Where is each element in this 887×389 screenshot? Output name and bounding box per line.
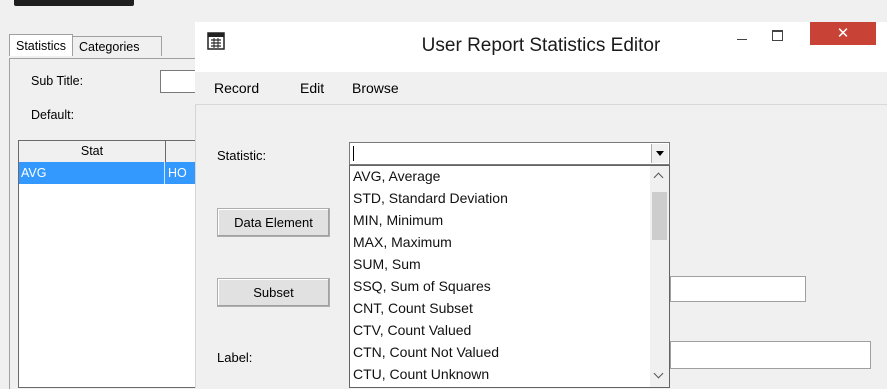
- list-item[interactable]: MIN, Minimum: [353, 210, 443, 231]
- background-tabs: Statistics Categories: [9, 34, 163, 58]
- text-caret: [353, 146, 354, 161]
- dropdown-scrollbar[interactable]: [650, 166, 669, 387]
- default-label: Default:: [31, 108, 75, 122]
- minimize-icon[interactable]: [725, 22, 759, 52]
- grid-header-stat[interactable]: Stat: [19, 141, 166, 162]
- list-item[interactable]: SSQ, Sum of Squares: [353, 276, 491, 297]
- background-title-sliver: [0, 0, 887, 18]
- dropdown-arrow-icon[interactable]: [651, 144, 668, 163]
- statistic-combobox[interactable]: [349, 142, 670, 165]
- list-item[interactable]: CTV, Count Valued: [353, 320, 471, 341]
- data-element-button[interactable]: Data Element: [217, 208, 330, 237]
- list-item[interactable]: MAX, Maximum: [353, 232, 452, 253]
- title-bar[interactable]: User Report Statistics Editor ✕: [195, 22, 887, 72]
- subset-button[interactable]: Subset: [217, 278, 330, 307]
- label-input[interactable]: [670, 341, 871, 369]
- chevron-down-icon[interactable]: [650, 370, 669, 387]
- tab-categories[interactable]: Categories: [72, 36, 163, 56]
- grid-cell-stat: AVG: [19, 162, 165, 184]
- maximize-icon[interactable]: [761, 22, 795, 52]
- statistic-dropdown-list[interactable]: AVG, Average STD, Standard Deviation MIN…: [349, 165, 670, 388]
- list-item[interactable]: STD, Standard Deviation: [353, 188, 508, 209]
- subset-field[interactable]: [670, 276, 806, 302]
- statistic-label: Statistic:: [217, 148, 267, 163]
- list-item[interactable]: AVG, Average: [353, 166, 440, 187]
- list-item[interactable]: CNT, Count Subset: [353, 298, 473, 319]
- menu-bar: Record Edit Browse: [195, 72, 887, 105]
- list-item[interactable]: CTU, Count Unknown: [353, 364, 489, 385]
- background-title-fragment: [14, 0, 134, 6]
- close-icon[interactable]: ✕: [810, 22, 876, 45]
- list-item[interactable]: CTN, Count Not Valued: [353, 342, 499, 363]
- grid-header: Stat: [19, 141, 206, 163]
- dialog-client-area: Statistic: Data Element Subset Label: AV…: [195, 105, 887, 388]
- label-label: Label:: [217, 350, 253, 365]
- menu-browse[interactable]: Browse: [352, 80, 399, 96]
- user-report-statistics-editor-dialog: User Report Statistics Editor ✕ Record E…: [195, 22, 887, 388]
- app-window-icon: [207, 32, 225, 50]
- menu-edit[interactable]: Edit: [300, 80, 324, 96]
- sub-title-label: Sub Title:: [31, 74, 84, 88]
- tab-statistics[interactable]: Statistics: [9, 34, 74, 56]
- table-row[interactable]: AVG HO: [19, 162, 206, 184]
- list-item[interactable]: SUM, Sum: [353, 254, 421, 275]
- chevron-up-icon[interactable]: [650, 166, 669, 183]
- scrollbar-thumb[interactable]: [652, 192, 667, 240]
- menu-record[interactable]: Record: [214, 80, 259, 96]
- statistics-grid: Stat AVG HO: [18, 140, 206, 388]
